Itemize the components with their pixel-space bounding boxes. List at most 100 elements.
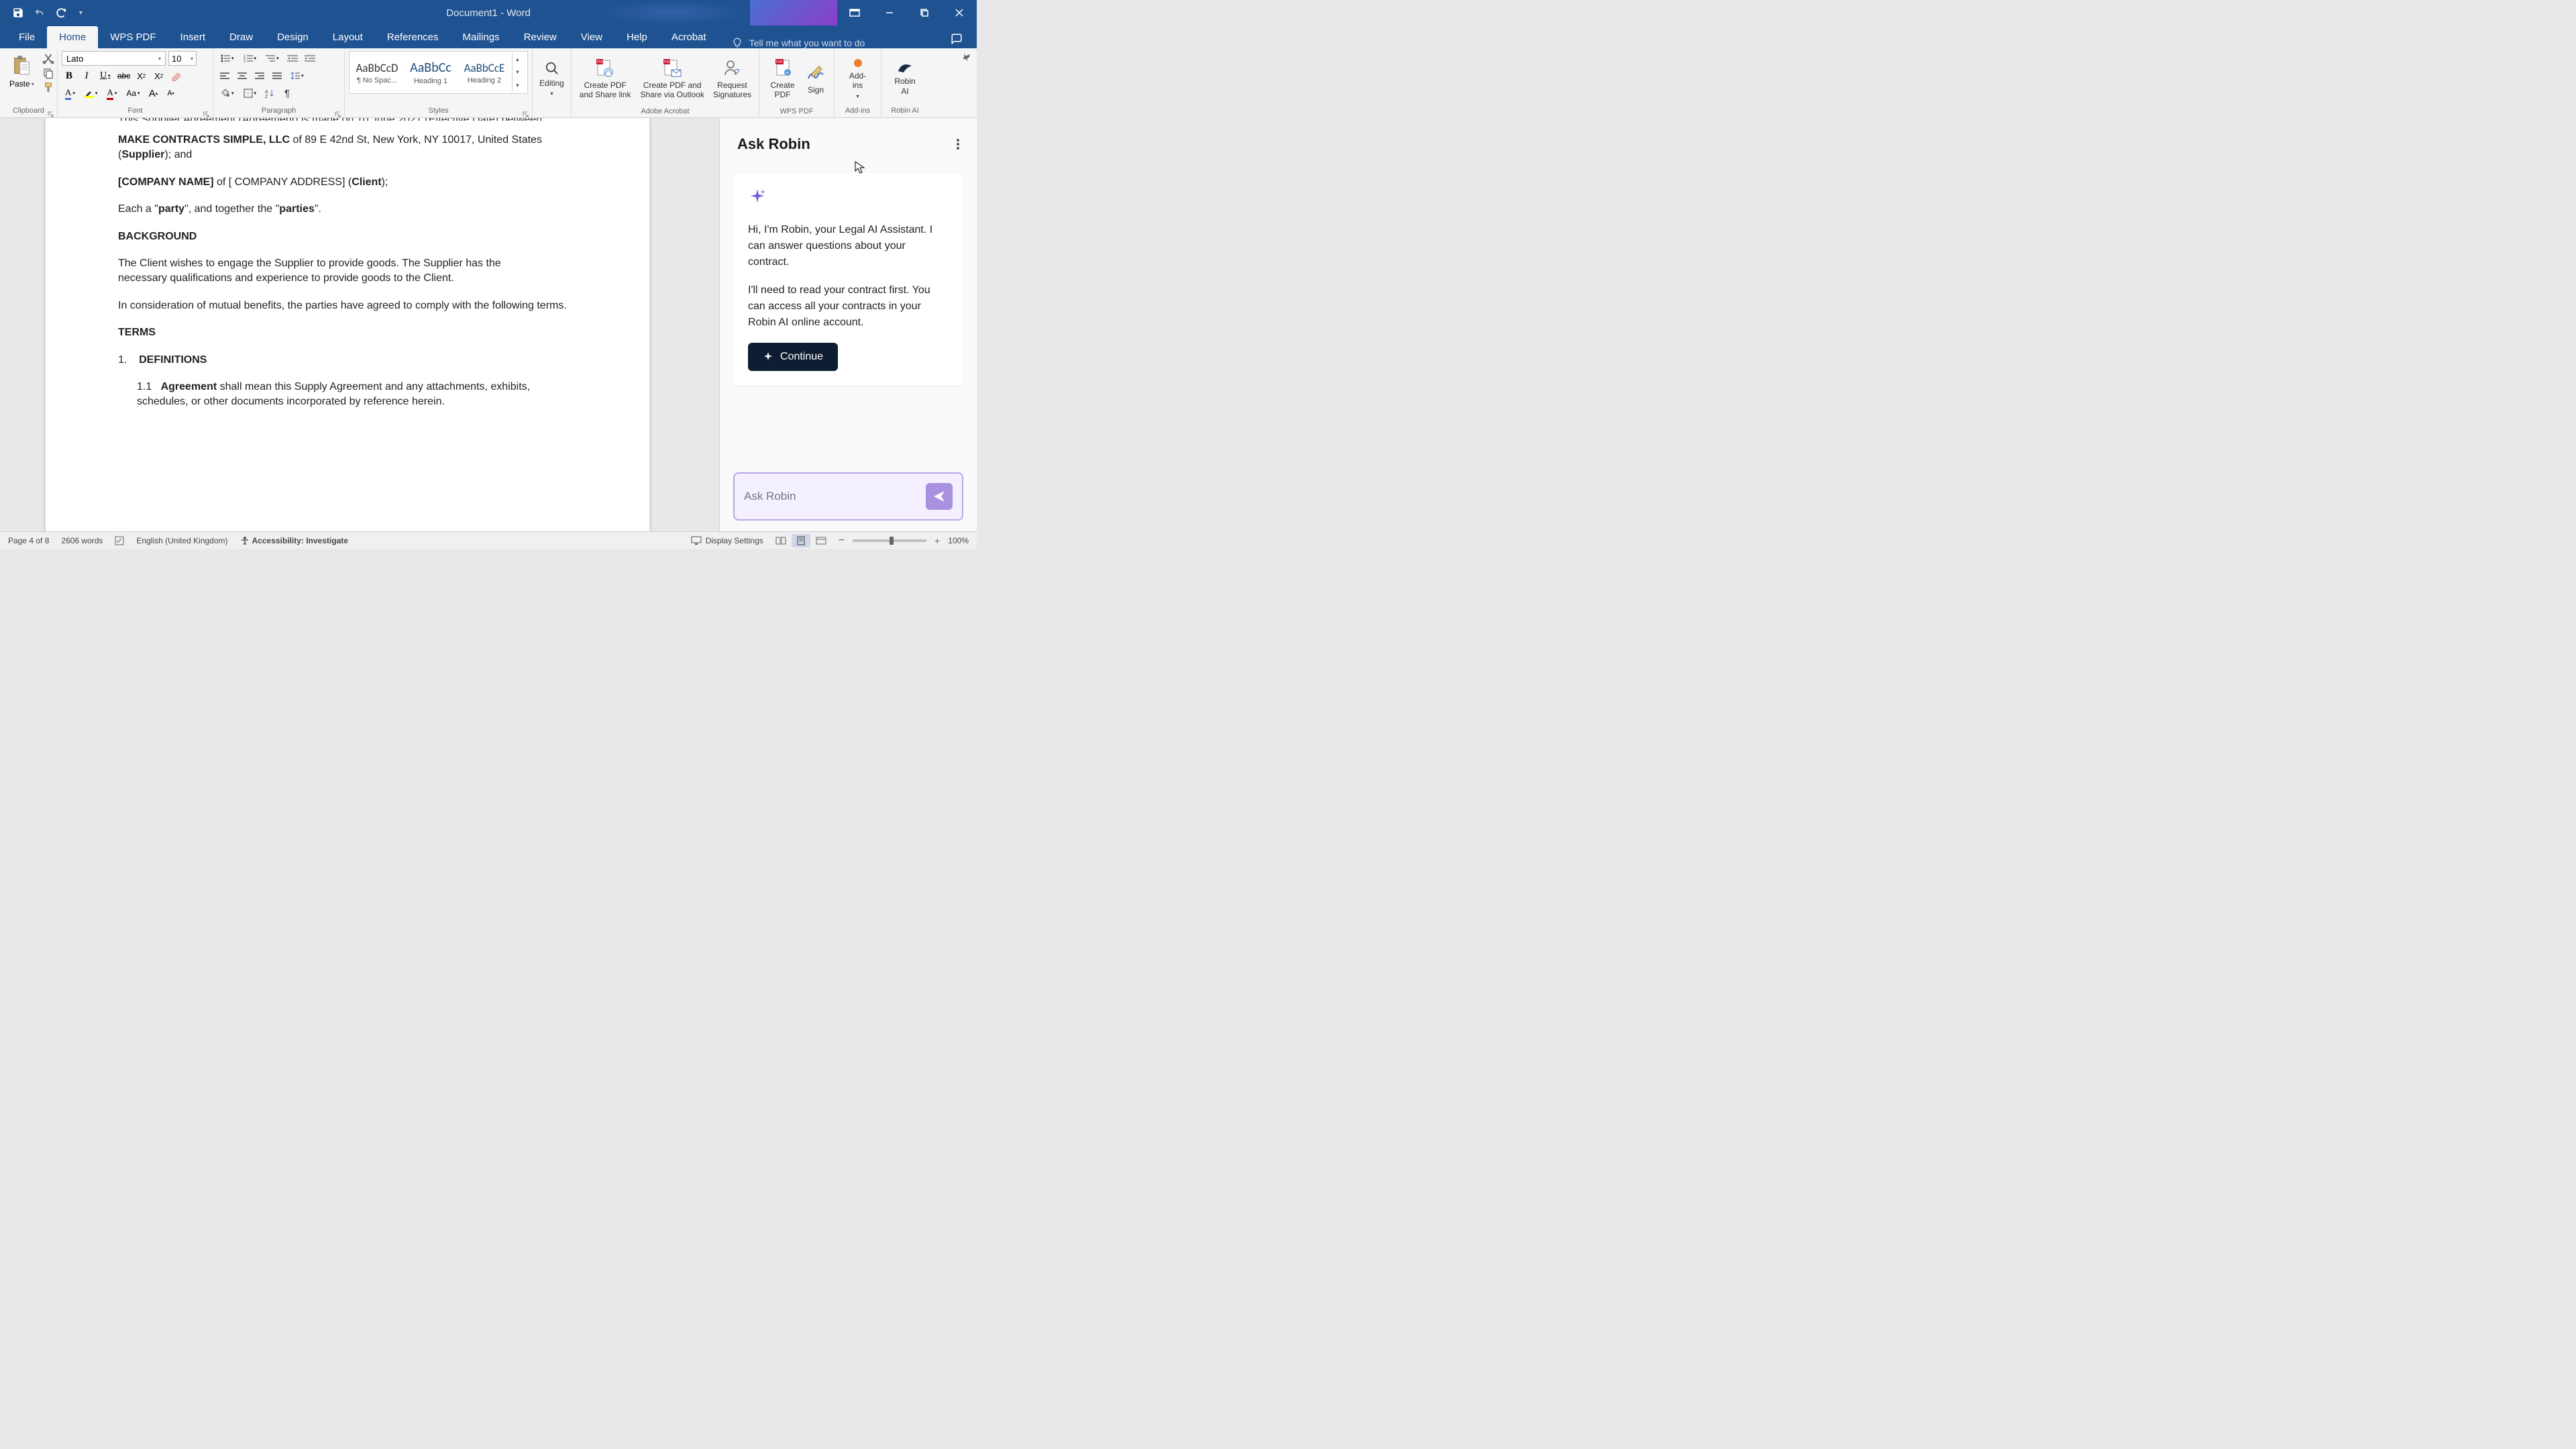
zoom-slider[interactable] <box>853 539 926 542</box>
change-case-button[interactable]: Aa▾ <box>123 86 143 101</box>
clipboard-launcher-icon[interactable] <box>48 109 54 116</box>
tab-acrobat[interactable]: Acrobat <box>659 26 718 48</box>
multilevel-list-button[interactable]: ▾ <box>262 51 282 66</box>
text-color-button[interactable]: A▾ <box>103 86 120 101</box>
redo-icon[interactable] <box>55 7 67 19</box>
maximize-button[interactable] <box>907 0 942 25</box>
format-painter-icon[interactable] <box>42 82 54 94</box>
ribbon-display-icon[interactable] <box>837 0 872 25</box>
shading-button[interactable]: ▾ <box>217 86 237 101</box>
file-tab[interactable]: File <box>7 26 47 48</box>
pin-ribbon-icon[interactable] <box>962 52 971 62</box>
tab-draw[interactable]: Draw <box>217 26 265 48</box>
shrink-font-button[interactable]: A▾ <box>164 86 178 101</box>
editing-button[interactable]: Editing▾ <box>537 51 567 107</box>
robinai-button[interactable]: Robin AI <box>885 51 924 107</box>
zoom-in-button[interactable]: + <box>934 535 940 546</box>
style-name: Heading 1 <box>414 77 447 85</box>
status-page[interactable]: Page 4 of 8 <box>8 536 49 545</box>
increase-indent-button[interactable] <box>303 51 317 66</box>
styles-gallery[interactable]: AaBbCcD ¶ No Spac... AaBbCc Heading 1 Aa… <box>349 51 528 94</box>
grow-font-button[interactable]: A▴ <box>146 86 161 101</box>
font-name-select[interactable]: Lato▾ <box>62 51 166 66</box>
decrease-indent-button[interactable] <box>285 51 300 66</box>
close-button[interactable] <box>942 0 977 25</box>
font-launcher-icon[interactable] <box>203 109 210 116</box>
style-no-spacing[interactable]: AaBbCcD ¶ No Spac... <box>351 53 403 92</box>
tab-help[interactable]: Help <box>614 26 659 48</box>
print-layout-button[interactable] <box>792 534 810 547</box>
paste-button[interactable]: Paste▾ <box>5 52 38 94</box>
numbering-button[interactable]: 123▾ <box>240 51 260 66</box>
tab-mailings[interactable]: Mailings <box>451 26 512 48</box>
robin-text-input[interactable] <box>744 490 926 503</box>
tab-insert[interactable]: Insert <box>168 26 218 48</box>
underline-button[interactable]: U▾ <box>97 68 114 83</box>
paragraph-launcher-icon[interactable] <box>335 109 341 116</box>
style-heading-1[interactable]: AaBbCc Heading 1 <box>405 53 457 92</box>
spellcheck-icon[interactable] <box>115 536 124 545</box>
status-words[interactable]: 2606 words <box>61 536 103 545</box>
italic-button[interactable]: I <box>79 68 94 83</box>
scroll-down-icon[interactable]: ▼ <box>513 66 523 78</box>
show-marks-button[interactable]: ¶ <box>280 86 294 101</box>
send-button[interactable] <box>926 483 953 510</box>
expand-gallery-icon[interactable]: ▼ <box>513 79 523 92</box>
align-center-button[interactable] <box>235 68 250 83</box>
robin-input-container[interactable] <box>733 472 963 521</box>
sort-button[interactable]: AZ <box>262 86 277 101</box>
create-pdf-outlook-button[interactable]: PDF Create PDF and Share via Outlook <box>635 51 710 107</box>
web-layout-button[interactable] <box>812 534 830 547</box>
clipboard-group-label: Clipboard <box>4 107 53 116</box>
styles-scroll[interactable]: ▲ ▼ ▼ <box>512 53 523 92</box>
zoom-level[interactable]: 100% <box>948 536 969 545</box>
tab-home[interactable]: Home <box>47 26 98 48</box>
tab-references[interactable]: References <box>375 26 451 48</box>
zoom-out-button[interactable]: − <box>839 535 845 547</box>
qat-dropdown-icon[interactable]: ▾ <box>79 9 83 17</box>
cut-icon[interactable] <box>42 52 54 64</box>
undo-icon[interactable] <box>32 7 47 19</box>
tab-view[interactable]: View <box>569 26 614 48</box>
display-settings-button[interactable]: Display Settings <box>691 536 763 545</box>
bold-button[interactable]: B <box>62 68 76 83</box>
zoom-slider-thumb[interactable] <box>890 537 894 545</box>
style-heading-2[interactable]: AaBbCcE Heading 2 <box>458 53 511 92</box>
minimize-button[interactable] <box>872 0 907 25</box>
styles-launcher-icon[interactable] <box>523 109 529 116</box>
strikethrough-button[interactable]: abc <box>117 68 131 83</box>
request-signatures-button[interactable]: Request Signatures <box>710 51 755 107</box>
addins-button[interactable]: Add-ins▾ <box>839 51 877 107</box>
tab-design[interactable]: Design <box>265 26 321 48</box>
clear-formatting-icon[interactable] <box>169 68 184 83</box>
tab-review[interactable]: Review <box>512 26 569 48</box>
tab-layout[interactable]: Layout <box>321 26 375 48</box>
more-options-icon[interactable] <box>957 139 959 150</box>
document-page[interactable]: This Supplier Agreement (Agreement) is m… <box>46 118 649 531</box>
wps-create-pdf-button[interactable]: PDF+ Create PDF <box>763 51 802 107</box>
bullets-button[interactable]: ▾ <box>217 51 237 66</box>
status-accessibility[interactable]: Accessibility: Investigate <box>240 536 348 545</box>
save-icon[interactable] <box>12 7 24 19</box>
copy-icon[interactable] <box>42 67 54 79</box>
comments-icon[interactable] <box>950 33 963 48</box>
font-color-button[interactable]: A▾ <box>62 86 78 101</box>
font-size-select[interactable]: 10▾ <box>168 51 197 66</box>
scroll-up-icon[interactable]: ▲ <box>513 53 523 66</box>
read-mode-button[interactable] <box>771 534 790 547</box>
align-left-button[interactable] <box>217 68 232 83</box>
line-spacing-button[interactable]: ▾ <box>287 68 307 83</box>
superscript-button[interactable]: X2 <box>152 68 166 83</box>
align-right-button[interactable] <box>252 68 267 83</box>
tab-wps-pdf[interactable]: WPS PDF <box>98 26 168 48</box>
justify-button[interactable] <box>270 68 284 83</box>
wps-sign-button[interactable]: Sign <box>802 51 830 107</box>
status-language[interactable]: English (United Kingdom) <box>136 536 227 545</box>
tell-me-search[interactable]: Tell me what you want to do <box>732 38 865 48</box>
create-pdf-share-link-button[interactable]: PDF Create PDF and Share link <box>576 51 635 107</box>
subscript-button[interactable]: X2 <box>134 68 149 83</box>
document-scroll-area[interactable]: This Supplier Agreement (Agreement) is m… <box>0 118 719 531</box>
highlight-button[interactable]: ▾ <box>81 86 101 101</box>
borders-button[interactable]: ▾ <box>240 86 260 101</box>
continue-button[interactable]: Continue <box>748 343 838 371</box>
